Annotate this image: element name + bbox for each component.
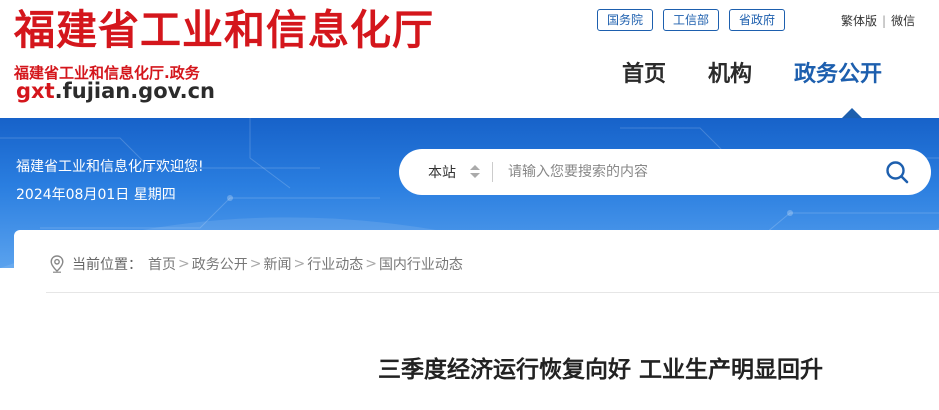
breadcrumb-divider	[46, 292, 939, 293]
location-pin-icon	[50, 255, 64, 273]
site-header: 福建省工业和信息化厅 福建省工业和信息化厅.政务 gxt.fujian.gov.…	[0, 0, 939, 118]
breadcrumb-domestic-industry-news[interactable]: 国内行业动态	[379, 254, 463, 274]
search-scope-select[interactable]: 本站	[428, 162, 456, 182]
breadcrumb-label: 当前位置：	[72, 257, 142, 273]
breadcrumb: 当前位置： 首页 > 政务公开 > 新闻 > 行业动态 > 国内行业动态	[50, 254, 463, 274]
nav-gov-affairs[interactable]: 政务公开	[794, 64, 882, 86]
breadcrumb-separator: >	[178, 256, 190, 272]
breadcrumb-gov-affairs[interactable]: 政务公开	[192, 254, 248, 274]
site-logo-domain: gxt.fujian.gov.cn	[16, 79, 215, 103]
link-provincial-gov[interactable]: 省政府	[729, 9, 786, 31]
main-nav: 首页 机构 政务公开	[622, 64, 882, 86]
breadcrumb-separator: >	[293, 256, 306, 272]
link-miit[interactable]: 工信部	[663, 9, 720, 31]
utils-divider: |	[882, 14, 887, 28]
search-divider	[492, 162, 493, 182]
current-date: 2024年08月01日 星期四	[16, 187, 176, 203]
welcome-text: 福建省工业和信息化厅欢迎您!	[16, 159, 204, 175]
search-icon[interactable]	[885, 160, 909, 184]
header-utils: 繁体版 | 微信	[841, 12, 915, 29]
nav-organization[interactable]: 机构	[708, 64, 752, 86]
nav-active-indicator	[842, 108, 862, 118]
scope-updown-icon[interactable]	[470, 162, 480, 182]
nav-home[interactable]: 首页	[622, 64, 666, 86]
content-card: 当前位置： 首页 > 政务公开 > 新闻 > 行业动态 > 国内行业动态 三季度…	[14, 230, 939, 410]
breadcrumb-separator: >	[249, 256, 262, 272]
breadcrumb-separator: >	[365, 256, 377, 272]
breadcrumb-news[interactable]: 新闻	[263, 254, 291, 274]
breadcrumb-industry-news[interactable]: 行业动态	[307, 254, 363, 274]
site-domain-rest: .fujian.gov.cn	[54, 79, 215, 103]
traditional-chinese-link[interactable]: 繁体版	[841, 14, 877, 28]
breadcrumb-home[interactable]: 首页	[148, 254, 176, 274]
link-state-council[interactable]: 国务院	[597, 9, 654, 31]
wechat-link[interactable]: 微信	[891, 14, 915, 28]
search-bar: 本站	[399, 149, 931, 195]
site-logo-title[interactable]: 福建省工业和信息化厅	[14, 10, 434, 51]
article-title: 三季度经济运行恢复向好 工业生产明显回升	[378, 357, 824, 383]
top-links: 国务院 工信部 省政府	[597, 9, 795, 31]
site-domain-prefix: gxt	[16, 79, 55, 103]
search-input[interactable]	[508, 164, 838, 180]
